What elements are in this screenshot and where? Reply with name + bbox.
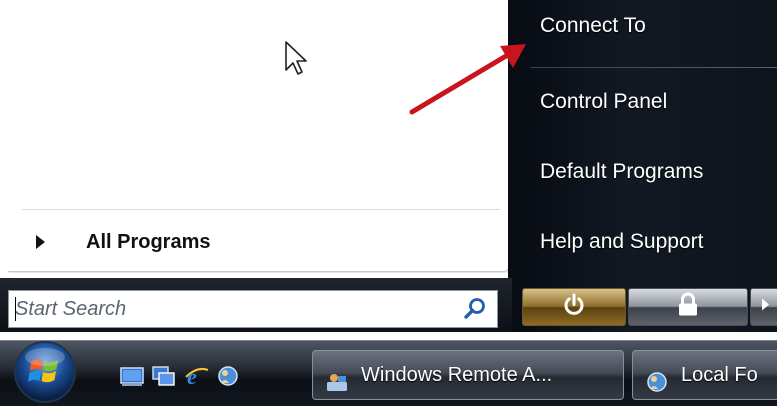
local-folder-icon	[645, 364, 669, 392]
shutdown-options-button[interactable]	[750, 288, 777, 326]
menu-item-control-panel[interactable]: Control Panel	[518, 82, 768, 122]
chevron-right-icon	[760, 298, 770, 317]
screen: All Programs Connect To Control Panel De…	[0, 0, 777, 406]
taskbar-button-label: Local Fo	[681, 364, 758, 386]
text-cursor	[15, 297, 16, 321]
start-search-input[interactable]	[15, 296, 455, 322]
search-magnifier-icon[interactable]	[461, 295, 489, 323]
triangle-right-icon	[36, 235, 45, 249]
search-bar-area	[0, 278, 512, 332]
lock-button[interactable]	[628, 288, 748, 326]
taskbar-button-label: Windows Remote A...	[361, 364, 553, 386]
lock-icon	[676, 292, 700, 323]
taskbar-button-windows-remote-assistance[interactable]: Windows Remote A...	[312, 350, 624, 400]
taskbar-button-local-folder[interactable]: Local Fo	[632, 350, 777, 400]
search-box	[8, 290, 498, 328]
power-icon	[561, 292, 587, 323]
menu-item-default-programs[interactable]: Default Programs	[518, 152, 768, 192]
start-menu-right-pane: Connect To Control Panel Default Program…	[508, 0, 777, 332]
show-desktop-icon[interactable]	[120, 364, 144, 388]
internet-explorer-icon[interactable]: e	[184, 364, 209, 389]
windows-start-orb-icon[interactable]	[12, 339, 78, 405]
menu-item-help-and-support[interactable]: Help and Support	[518, 222, 768, 262]
all-programs-separator	[22, 209, 500, 210]
power-controls	[522, 288, 777, 326]
switch-windows-icon[interactable]	[152, 364, 176, 388]
mouse-pointer-icon	[285, 41, 307, 75]
menu-item-connect-to[interactable]: Connect To	[518, 6, 768, 46]
power-button[interactable]	[522, 288, 626, 326]
all-programs-label: All Programs	[86, 231, 211, 253]
remote-assistance-icon[interactable]	[216, 364, 240, 388]
annotation-arrow-icon	[409, 44, 526, 115]
right-pane-separator	[530, 67, 777, 68]
remote-assistance-icon	[325, 364, 349, 391]
all-programs-button[interactable]: All Programs	[22, 226, 500, 258]
